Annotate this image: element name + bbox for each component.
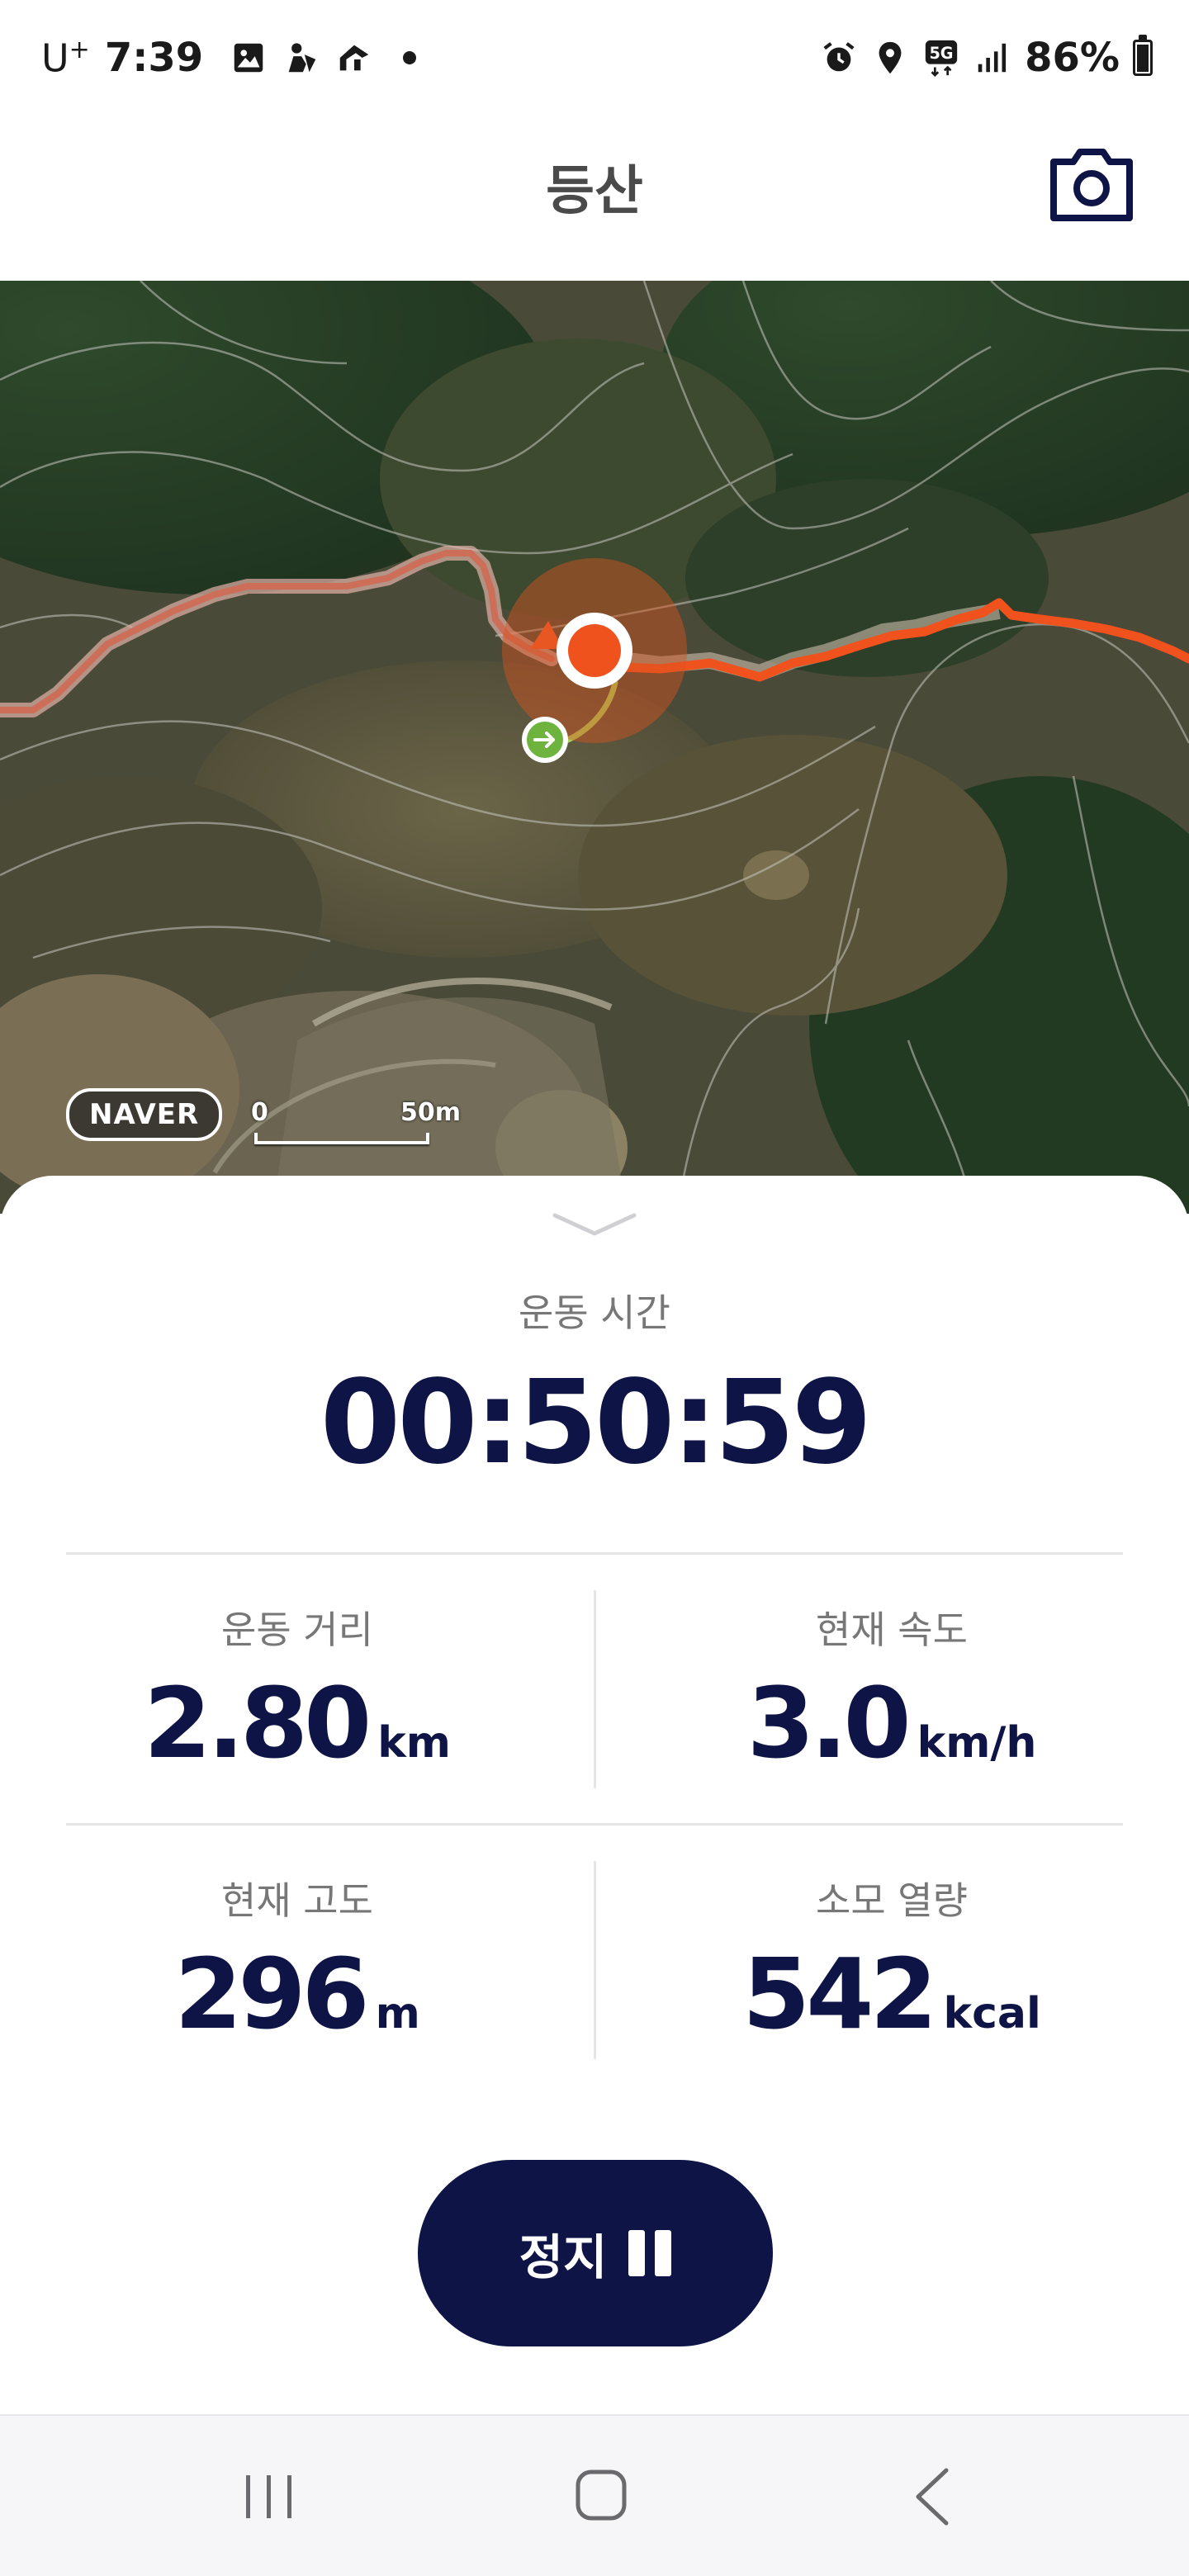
route-map[interactable]: NAVER 0 50m <box>0 281 1189 1214</box>
distance-value-row: 2.80 km <box>0 1666 594 1780</box>
status-bar: U+ 7:39 5G 86% <box>0 0 1189 116</box>
altitude-value-row: 296 m <box>0 1937 594 2051</box>
svg-text:5G: 5G <box>930 44 954 63</box>
battery-icon <box>1133 35 1153 76</box>
recent-apps-button[interactable] <box>228 2464 310 2530</box>
calories-value: 542 <box>742 1937 937 2051</box>
clock: 7:39 <box>104 35 204 81</box>
pause-button-label: 정지 <box>519 2229 608 2285</box>
distance-unit: km <box>377 1718 451 1768</box>
altitude-label: 현재 고도 <box>221 1878 373 1923</box>
calories-value-row: 542 kcal <box>594 1937 1189 2051</box>
pause-button[interactable]: 정지 <box>418 2160 773 2346</box>
workout-stats-sheet: 운동 시간 00:50:59 운동 거리 2.80 km 현재 속도 3.0 km/… <box>0 1176 1189 2414</box>
navigation-app-icon <box>288 43 316 73</box>
route-app-icon <box>339 45 369 71</box>
distance-value: 2.80 <box>144 1666 372 1780</box>
scale-line <box>254 1133 429 1144</box>
back-icon <box>916 2468 949 2526</box>
divider-middle <box>66 1823 1123 1825</box>
map-provider-logo: NAVER <box>66 1088 223 1141</box>
back-button[interactable] <box>892 2464 974 2530</box>
battery-level <box>1137 45 1149 72</box>
altitude-stat: 현재 고도 296 m <box>0 1871 594 2119</box>
distance-stat: 운동 거리 2.80 km <box>0 1600 594 1848</box>
home-icon <box>576 2469 627 2521</box>
altitude-unit: m <box>375 1989 420 2039</box>
speed-value-row: 3.0 km/h <box>594 1666 1189 1780</box>
speed-stat: 현재 속도 3.0 km/h <box>594 1600 1189 1848</box>
camera-icon <box>1050 149 1133 221</box>
app-header: 등산 <box>0 116 1189 281</box>
current-location-dot <box>568 624 621 677</box>
camera-button[interactable] <box>1049 145 1135 225</box>
carrier-name: U+ <box>41 35 90 81</box>
status-bar-left: U+ 7:39 <box>41 30 417 86</box>
recent-apps-icon <box>246 2475 291 2518</box>
scale-start-label: 0 <box>251 1098 268 1127</box>
calories-unit: kcal <box>943 1989 1041 2039</box>
speed-unit: km/h <box>917 1718 1037 1768</box>
map-scale-bar: 0 50m <box>248 1098 461 1151</box>
satellite-map[interactable] <box>0 281 1189 1214</box>
workout-time-value: 00:50:59 <box>320 1356 872 1490</box>
5g-icon: 5G <box>925 40 958 77</box>
workout-time-label: 운동 시간 <box>519 1290 670 1335</box>
status-bar-right: 5G 86% <box>820 30 1153 86</box>
pause-icon <box>628 2230 672 2276</box>
distance-label: 운동 거리 <box>221 1608 373 1652</box>
signal-icon <box>978 43 1007 73</box>
page-title: 등산 <box>546 161 643 222</box>
battery-percent: 86% <box>1025 35 1120 81</box>
speed-label: 현재 속도 <box>816 1608 968 1652</box>
sheet-collapse-handle[interactable] <box>552 1209 637 1242</box>
home-button[interactable] <box>560 2464 642 2530</box>
gallery-icon <box>234 43 263 73</box>
system-nav-bar <box>0 2414 1189 2576</box>
speed-value: 3.0 <box>746 1666 912 1780</box>
altitude-value: 296 <box>174 1937 369 2051</box>
calories-stat: 소모 열량 542 kcal <box>594 1871 1189 2119</box>
divider-top <box>66 1552 1123 1555</box>
scale-end-label: 50m <box>400 1098 461 1127</box>
calories-label: 소모 열량 <box>816 1878 968 1923</box>
chevron-down-icon <box>552 1213 637 1236</box>
location-icon <box>879 41 902 74</box>
notification-dot <box>403 51 417 64</box>
alarm-icon <box>823 42 855 72</box>
